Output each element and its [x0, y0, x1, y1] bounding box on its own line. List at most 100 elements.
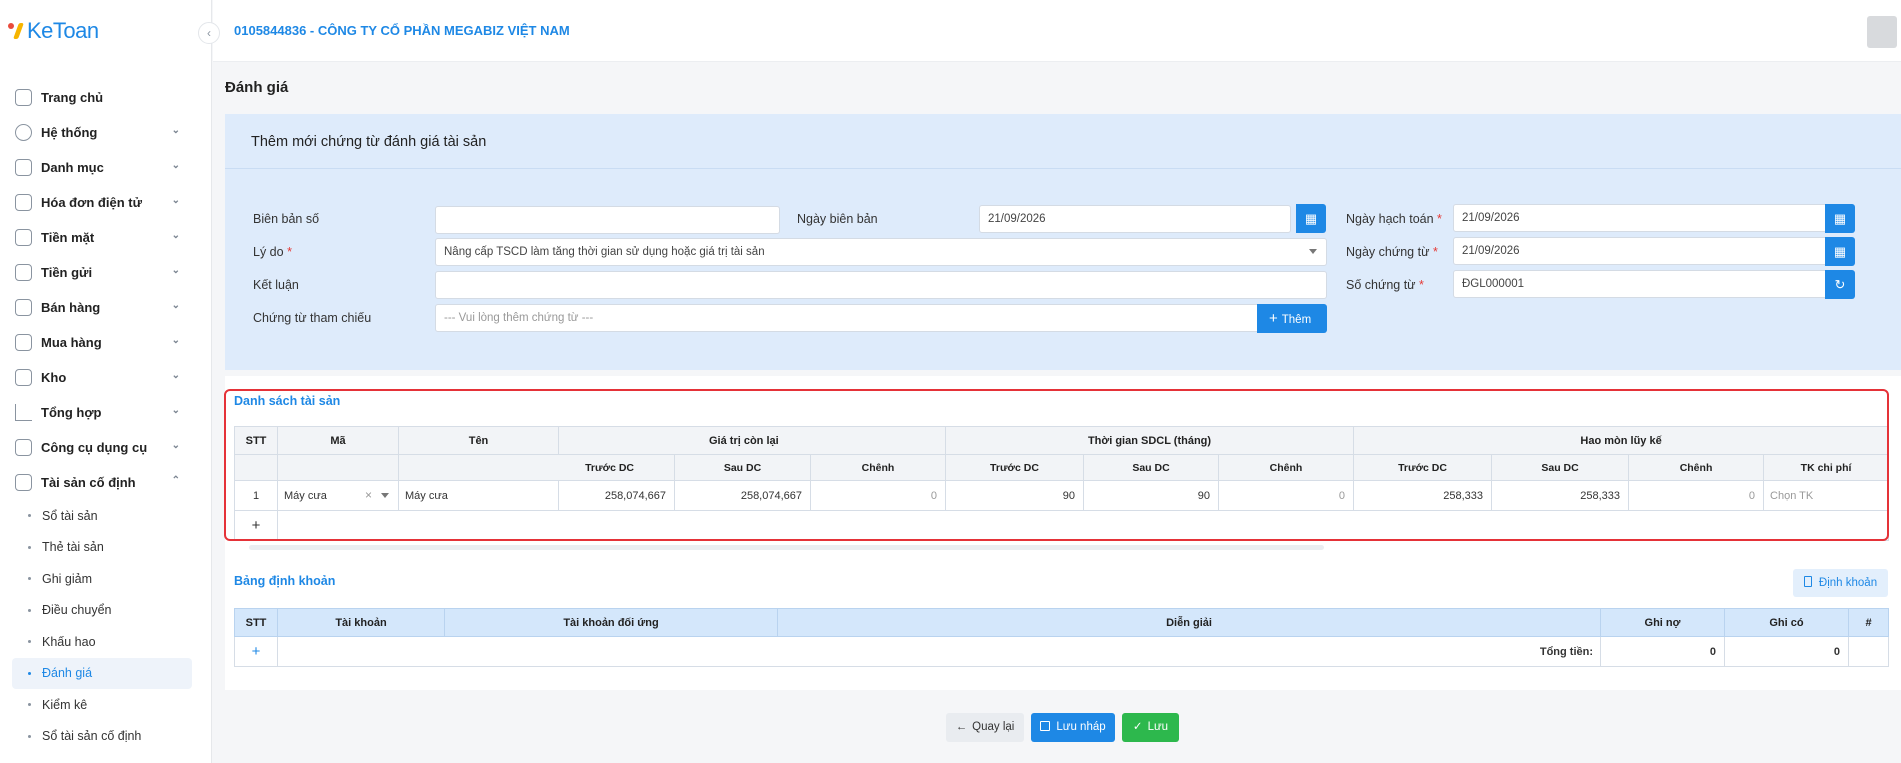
total-label: Tổng tiền:: [277, 636, 1601, 667]
ledger-total-row: + Tổng tiền: 0 0: [234, 636, 1889, 667]
back-button[interactable]: ← Quay lại: [946, 713, 1024, 742]
sidebar-item-label: Danh mục: [41, 160, 104, 175]
ket-luan-label: Kết luận: [253, 278, 299, 292]
sidebar-item-home[interactable]: Trang chủ: [0, 80, 212, 115]
clear-icon[interactable]: ×: [365, 488, 372, 502]
ngay-hach-toan-label: Ngày hạch toán *: [1346, 212, 1442, 226]
save-button[interactable]: ✓ Lưu: [1122, 713, 1179, 742]
sidebar-item-summary[interactable]: Tổng hợp ⌄: [0, 395, 212, 430]
bien-ban-so-input[interactable]: [435, 206, 780, 234]
sidebar-nav: Trang chủ Hệ thống ⌄ Danh mục ⌄ Hóa đơn đi…: [0, 80, 212, 752]
avatar[interactable]: [1867, 16, 1897, 48]
form-title: Thêm mới chứng từ đánh giá tài sản: [251, 134, 487, 150]
add-row: +: [234, 510, 1890, 541]
sidebar-sub-item-label: Thẻ tài sản: [42, 540, 104, 555]
refresh-icon: ↻: [1834, 277, 1846, 292]
sidebar-sub-item-fixed-asset-book[interactable]: Sổ tài sản cố định: [0, 721, 212, 753]
header-hao-mon-luy-ke: Hao mòn lũy kế: [1353, 426, 1890, 455]
tg-sau-input[interactable]: 90: [1083, 480, 1219, 511]
calendar-button[interactable]: ▦: [1825, 237, 1855, 266]
subheader-hm-truoc: Trước DC: [1353, 454, 1493, 481]
logo[interactable]: KeToan: [8, 16, 99, 46]
caret-down-icon: [1309, 249, 1317, 254]
cart-icon: [15, 334, 32, 351]
header-hash: #: [1848, 608, 1889, 637]
sidebar-sub-item-label: Sổ tài sản cố định: [42, 729, 142, 744]
chevron-down-icon: ⌄: [171, 265, 180, 276]
caret-down-icon[interactable]: [381, 493, 389, 498]
save-draft-button[interactable]: Lưu nháp: [1031, 713, 1115, 742]
ledger-table-header: STT Tài khoản Tài khoản đối ứng Diễn giả…: [234, 608, 1889, 637]
cell-gt-truoc: 258,074,667: [558, 480, 675, 511]
sidebar-item-label: Tổng hợp: [41, 405, 102, 420]
sidebar-item-label: Tài sản cố định: [41, 475, 136, 490]
header-stt: STT: [234, 426, 278, 455]
hm-sau-input[interactable]: 258,333: [1491, 480, 1630, 511]
accounting-entry-button[interactable]: Định khoản: [1793, 569, 1888, 597]
ngay-chung-tu-input[interactable]: 21/09/2026: [1453, 237, 1829, 265]
sidebar-sub-item-inventory[interactable]: Kiểm kê: [0, 689, 212, 721]
sidebar-sub-item-transfer[interactable]: Điều chuyển: [0, 595, 212, 627]
sidebar-sub-item-asset-card[interactable]: Thẻ tài sản: [0, 532, 212, 564]
total-empty: [1848, 636, 1889, 667]
sidebar-sub-item-asset-book[interactable]: Sổ tài sản: [0, 500, 212, 532]
sidebar-sub-item-decrease[interactable]: Ghi giảm: [0, 563, 212, 595]
subheader-gt-sau: Sau DC: [674, 454, 811, 481]
tk-chi-phi-select[interactable]: Chọn TK: [1763, 480, 1890, 511]
sidebar-item-label: Tiền mặt: [41, 230, 95, 245]
chevron-down-icon: ⌄: [171, 125, 180, 136]
so-chung-tu-input[interactable]: ĐGL000001: [1453, 270, 1829, 298]
ngay-hach-toan-input[interactable]: 21/09/2026: [1453, 204, 1829, 232]
gt-sau-input[interactable]: 258,074,667: [674, 480, 811, 511]
sidebar-sub-item-label: Kiểm kê: [42, 697, 88, 712]
ket-luan-input[interactable]: [435, 271, 1327, 299]
header-ten: Tên: [398, 426, 559, 455]
sidebar-item-deposit[interactable]: Tiền gửi ⌄: [0, 255, 212, 290]
bullet-icon: [28, 640, 31, 644]
sidebar-item-label: Hệ thống: [41, 125, 98, 140]
ngay-chung-tu-label: Ngày chứng từ *: [1346, 245, 1438, 259]
sidebar-item-system[interactable]: Hệ thống ⌄: [0, 115, 212, 150]
asset-list-title: Danh sách tài sản: [234, 394, 341, 408]
calendar-button[interactable]: ▦: [1825, 204, 1855, 233]
cell-ten: Máy cưa: [398, 480, 559, 511]
add-asset-row-button[interactable]: +: [234, 510, 278, 541]
cell-tg-chenh: 0: [1217, 480, 1355, 511]
sidebar-collapse-button[interactable]: ‹: [198, 22, 220, 44]
back-label: Quay lại: [972, 721, 1015, 733]
logo-mark-icon: [13, 23, 24, 39]
ngay-bien-ban-input[interactable]: 21/09/2026: [979, 205, 1291, 233]
sidebar-item-einvoice[interactable]: Hóa đơn điện tử ⌄: [0, 185, 212, 220]
sidebar-item-purchase[interactable]: Mua hàng ⌄: [0, 325, 212, 360]
sidebar-item-sales[interactable]: Bán hàng ⌄: [0, 290, 212, 325]
add-reference-button[interactable]: + Thêm: [1257, 304, 1327, 333]
sidebar-item-catalog[interactable]: Danh mục ⌄: [0, 150, 212, 185]
chevron-down-icon: ⌄: [171, 195, 180, 206]
asset-table: STT Mã Tên Giá trị còn lại Thời gian SDC…: [234, 426, 1890, 541]
subheader-tk-chi-phi: TK chi phí: [1763, 454, 1890, 481]
add-ledger-row-button[interactable]: +: [234, 636, 278, 667]
chung-tu-tham-chieu-input[interactable]: --- Vui lòng thêm chứng từ ---: [435, 304, 1283, 332]
sidebar-item-warehouse[interactable]: Kho ⌄: [0, 360, 212, 395]
sidebar-sub-item-depreciation[interactable]: Khấu hao: [0, 626, 212, 658]
ly-do-select[interactable]: Nâng cấp TSCD làm tăng thời gian sử dụng…: [435, 238, 1327, 266]
sidebar-item-cash[interactable]: Tiền mặt ⌄: [0, 220, 212, 255]
calendar-button[interactable]: ▦: [1296, 204, 1326, 233]
sidebar-sub-item-evaluation[interactable]: Đánh giá: [12, 657, 192, 689]
ngay-bien-ban-label: Ngày biên bản: [797, 212, 878, 226]
sidebar-item-fixed-assets[interactable]: Tài sản cố định ⌃: [0, 465, 212, 500]
horizontal-scrollbar[interactable]: [249, 545, 1324, 550]
bullet-icon: [28, 514, 31, 518]
subheader-empty: [277, 454, 399, 481]
topbar: 0105844836 - CÔNG TY CỔ PHẦN MEGABIZ VIỆ…: [213, 0, 1901, 62]
asset-code-select[interactable]: Máy cưa ×: [277, 480, 399, 511]
header-stt: STT: [234, 608, 278, 637]
invoice-icon: [15, 194, 32, 211]
refresh-button[interactable]: ↻: [1825, 270, 1855, 299]
warehouse-icon: [15, 369, 32, 386]
chevron-down-icon: ⌄: [171, 335, 180, 346]
chevron-down-icon: ⌄: [171, 405, 180, 416]
save-label: Lưu: [1147, 721, 1169, 733]
sidebar-item-tools[interactable]: Công cụ dụng cụ ⌄: [0, 430, 212, 465]
subheader-empty: [398, 454, 559, 481]
